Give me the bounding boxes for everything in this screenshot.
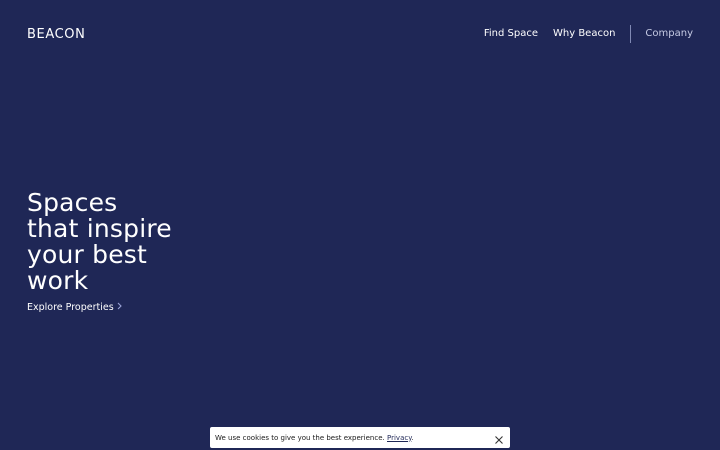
explore-properties-link[interactable]: Explore Properties <box>27 302 122 314</box>
hero-title: Spaces that inspire your best work <box>27 190 227 294</box>
close-icon[interactable] <box>494 432 504 444</box>
nav-divider <box>630 25 632 43</box>
cookie-message: We use cookies to give you the best expe… <box>215 433 414 443</box>
hero-title-line: that inspire <box>27 214 172 243</box>
page: BEACON Find Space Why Beacon Company Spa… <box>0 0 720 450</box>
hero-title-line: Spaces <box>27 188 118 217</box>
nav-why-beacon[interactable]: Why Beacon <box>553 24 615 44</box>
cookie-trailing: . <box>411 433 414 442</box>
main-nav: Find Space Why Beacon Company <box>484 24 693 44</box>
nav-company[interactable]: Company <box>645 24 693 44</box>
hero-title-line: work <box>27 266 89 295</box>
chevron-right-icon <box>117 302 122 314</box>
cookie-banner: We use cookies to give you the best expe… <box>210 427 510 448</box>
hero-title-line: your best <box>27 240 148 269</box>
cookie-text: We use cookies to give you the best expe… <box>215 433 385 442</box>
nav-find-space[interactable]: Find Space <box>484 24 538 44</box>
privacy-link[interactable]: Privacy <box>387 434 411 442</box>
explore-properties-label: Explore Properties <box>27 302 114 313</box>
beacon-logo[interactable]: BEACON <box>27 27 85 42</box>
hero-section: Spaces that inspire your best work <box>27 190 227 294</box>
